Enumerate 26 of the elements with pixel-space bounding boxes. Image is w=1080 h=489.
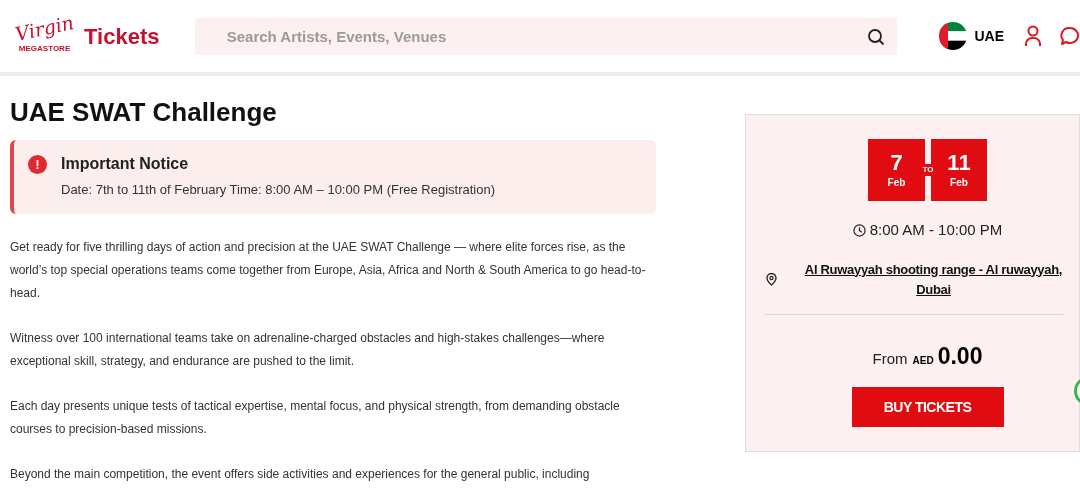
price-prefix: From bbox=[872, 348, 908, 369]
ticket-price: 0.00 bbox=[937, 341, 983, 371]
description-paragraph: Witness over 100 international teams take on adrenaline-charged obstacles and high-stakes challenges—where exceptional skill, strategy, and endurance are pushed to the limit. bbox=[10, 329, 606, 370]
clock-icon bbox=[852, 223, 866, 237]
date-separator: TO bbox=[919, 164, 937, 176]
currency-label: AED bbox=[912, 353, 934, 368]
alert-icon: ! bbox=[28, 155, 47, 174]
logo-subtitle: MEGASTORE bbox=[18, 43, 71, 55]
venue-link[interactable]: Al Ruwayyah shooting range - Al ruwayyah, Dubai bbox=[791, 259, 1076, 300]
logo-text: Tickets bbox=[84, 22, 160, 51]
page-title: UAE SWAT Challenge bbox=[10, 96, 278, 128]
user-icon[interactable] bbox=[1024, 25, 1042, 47]
location-pin-icon bbox=[766, 273, 777, 286]
buy-tickets-button[interactable]: BUY TICKETS bbox=[851, 387, 1004, 427]
chat-icon[interactable] bbox=[1060, 26, 1080, 46]
logo-script: Virgin bbox=[13, 11, 76, 45]
search-field[interactable]: Search Artists, Events, Venues bbox=[194, 17, 898, 55]
search-icon[interactable] bbox=[867, 27, 886, 46]
description-paragraph: Get ready for five thrilling days of action and precision at the UAE SWAT Challenge — where elite forces rise, as the world’s top special operations teams come together from Europe, Asia, Africa and North & South America to go head-to-head. bbox=[10, 238, 647, 302]
country-label[interactable]: UAE bbox=[974, 25, 1004, 47]
description-paragraph: Beyond the main competition, the event offers side activities and experiences for the general public, including bbox=[10, 465, 591, 483]
flag-icon[interactable] bbox=[939, 22, 968, 50]
event-time: 8:00 AM - 10:00 PM bbox=[869, 220, 1003, 240]
description-paragraph: Each day presents unique tests of tactical expertise, mental focus, and physical strength, from demanding obstacle courses to precision-based missions. bbox=[10, 397, 621, 438]
notice-text: Date: 7th to 11th of February Time: 8:00 AM – 10:00 PM (Free Registration) bbox=[61, 181, 496, 199]
notice-heading: Important Notice bbox=[61, 154, 190, 174]
